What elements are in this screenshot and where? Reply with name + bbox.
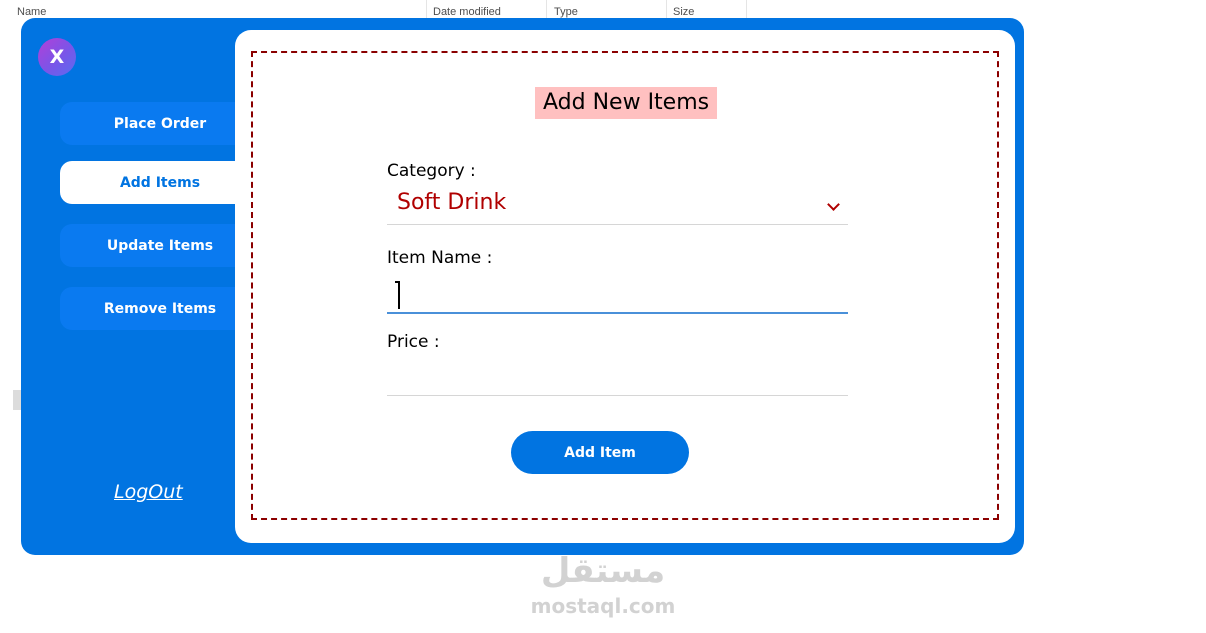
price-input[interactable] [387, 360, 848, 396]
category-selected-value: Soft Drink [397, 190, 507, 215]
logout-link[interactable]: LogOut [114, 481, 183, 503]
chevron-down-icon [827, 198, 840, 211]
item-name-input[interactable] [387, 278, 848, 314]
nav-label: Update Items [106, 237, 214, 254]
category-select[interactable]: Soft Drink [387, 188, 848, 225]
watermark: مستقل mostaql.com [528, 548, 678, 618]
content-panel: Add New Items Category : Soft Drink Item… [235, 30, 1015, 543]
text-cursor [395, 281, 400, 309]
nav-label: Remove Items [103, 300, 217, 317]
item-name-label: Item Name : [387, 248, 493, 268]
background-scrollbar-fragment [13, 390, 21, 410]
category-label: Category : [387, 161, 476, 181]
price-label: Price : [387, 332, 440, 352]
watermark-latin: mostaql.com [530, 594, 676, 618]
nav-label: Add Items [119, 174, 201, 191]
watermark-arabic: مستقل [540, 551, 666, 591]
app-window: X Place Order Add Items Update Items Rem… [21, 18, 1024, 555]
page-title: Add New Items [535, 87, 718, 119]
close-button[interactable]: X [38, 38, 76, 76]
nav-label: Place Order [113, 115, 207, 132]
add-item-button[interactable]: Add Item [511, 431, 689, 474]
close-icon: X [49, 46, 65, 68]
sort-up-icon: ^ [213, 0, 218, 5]
